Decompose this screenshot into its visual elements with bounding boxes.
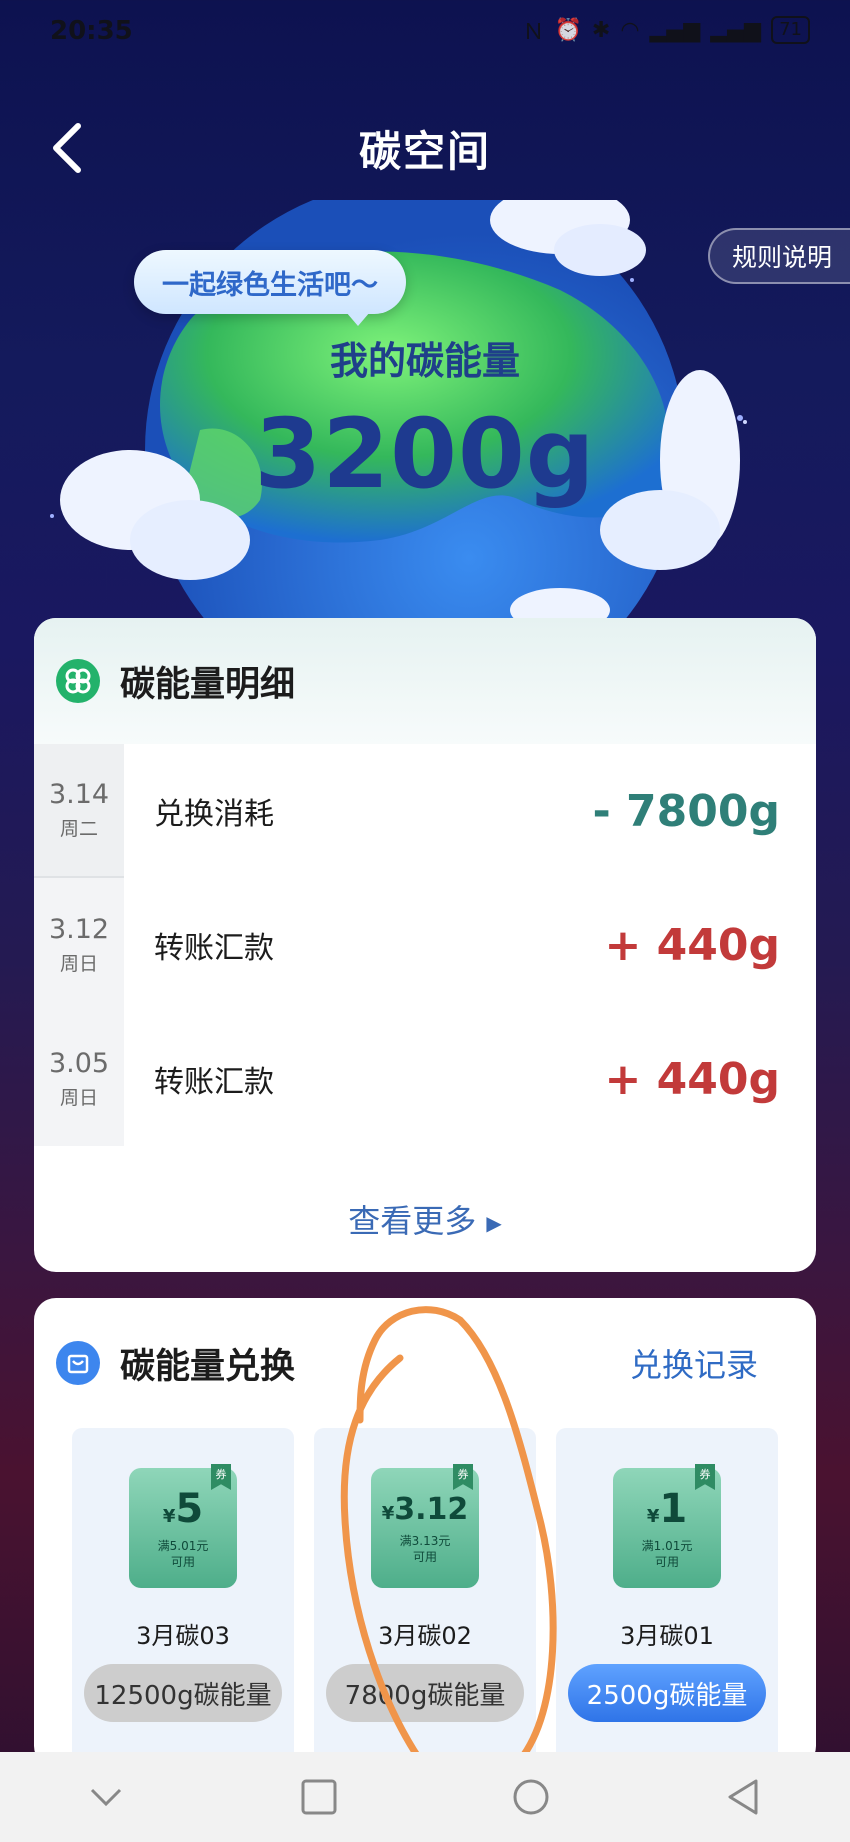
detail-row: 3.14 周二 兑换消耗 - 7800g — [34, 744, 816, 878]
energy-exchange-card: 碳能量兑换 兑换记录 券 ¥5 满5.01元 可用 3月碳03 12500g碳能量… — [34, 1298, 816, 1768]
redeem-button[interactable]: 2500g碳能量 — [568, 1664, 766, 1722]
row-amount: + 440g — [604, 1053, 780, 1105]
caret-right-icon: ▶ — [486, 1211, 502, 1235]
row-weekday: 周日 — [59, 953, 98, 975]
energy-value: 3200g — [254, 398, 596, 510]
star — [50, 514, 54, 518]
status-time: 20:35 — [50, 16, 133, 46]
detail-row: 3.12 周日 转账汇款 + 440g — [34, 878, 816, 1012]
nav-collapse-button[interactable] — [76, 1767, 136, 1827]
redeem-button[interactable]: 7800g碳能量 — [326, 1664, 524, 1722]
coupon-ticket: 券 ¥1 满1.01元 可用 — [613, 1464, 721, 1588]
row-weekday: 周二 — [59, 818, 98, 840]
nav-recents-button[interactable] — [289, 1767, 349, 1827]
date-column: 3.14 周二 — [34, 744, 124, 878]
coupon-list: 券 ¥5 满5.01元 可用 3月碳03 12500g碳能量 券 ¥3.12 满3… — [72, 1428, 778, 1768]
rules-button[interactable]: 规则说明 — [708, 228, 850, 284]
nav-home-button[interactable] — [501, 1767, 561, 1827]
chevron-down-icon — [91, 1788, 122, 1807]
view-more-link[interactable]: 查看更多 ▶ — [34, 1196, 816, 1242]
cloud — [130, 500, 250, 580]
wifi-icon: ◠ — [620, 17, 640, 43]
coupon-item: 券 ¥1 满1.01元 可用 3月碳01 2500g碳能量 — [556, 1428, 778, 1768]
coupon-price: ¥3.12 — [381, 1492, 469, 1527]
coupon-ticket: 券 ¥3.12 满3.13元 可用 — [371, 1464, 479, 1588]
detail-card-title: 碳能量明细 — [120, 664, 296, 705]
row-label: 转账汇款 — [154, 931, 274, 966]
circle-icon — [513, 1779, 549, 1815]
alarm-icon: ⏰ — [554, 17, 582, 43]
coupon-name: 3月碳01 — [620, 1622, 714, 1650]
coupon-condition: 满5.01元 可用 — [157, 1539, 209, 1569]
bluetooth-icon: ✱ — [591, 17, 611, 43]
coupon-name: 3月碳03 — [136, 1622, 230, 1650]
coupon-price: ¥1 — [646, 1486, 688, 1532]
date-column: 3.12 周日 — [34, 878, 124, 1012]
nfc-icon: Ｎ — [522, 20, 545, 45]
system-nav-bar — [0, 1752, 850, 1842]
row-amount: + 440g — [604, 919, 780, 971]
redeem-button[interactable]: 12500g碳能量 — [84, 1664, 282, 1722]
coupon-item: 券 ¥3.12 满3.13元 可用 3月碳02 7800g碳能量 — [314, 1428, 536, 1768]
coupon-item: 券 ¥5 满5.01元 可用 3月碳03 12500g碳能量 — [72, 1428, 294, 1768]
cloud — [554, 224, 646, 276]
status-icons: Ｎ ⏰ ✱ ◠ ▂▄▆ ▂▄▆ 71 — [522, 14, 810, 46]
signal-icon: ▂▄▆ — [649, 17, 701, 43]
row-date: 3.14 — [48, 779, 110, 810]
star — [630, 278, 634, 282]
coupon-tag: 券 — [453, 1464, 473, 1490]
nav-back-button[interactable] — [714, 1767, 774, 1827]
energy-detail-card: 碳能量明细 3.14 周二 兑换消耗 - 7800g 3.12 周日 转账汇款 … — [34, 618, 816, 1272]
coupon-price: ¥5 — [162, 1486, 204, 1532]
square-icon — [301, 1779, 337, 1815]
coupon-ticket: 券 ¥5 满5.01元 可用 — [129, 1464, 237, 1588]
view-more-label: 查看更多 — [348, 1202, 477, 1240]
row-label: 兑换消耗 — [154, 797, 274, 832]
row-date: 3.12 — [48, 914, 110, 945]
signal-5g-icon: ▂▄▆ — [710, 17, 762, 43]
date-column: 3.05 周日 — [34, 1012, 124, 1146]
exchange-card-title: 碳能量兑换 — [120, 1346, 296, 1387]
clover-icon — [56, 659, 100, 703]
speech-bubble: 一起绿色生活吧～ — [134, 250, 406, 326]
detail-card-header: 碳能量明细 — [34, 618, 816, 744]
triangle-back-icon — [728, 1779, 758, 1815]
row-weekday: 周日 — [59, 1087, 98, 1109]
row-label: 转账汇款 — [154, 1065, 274, 1100]
bag-icon — [56, 1341, 100, 1385]
detail-list: 3.14 周二 兑换消耗 - 7800g 3.12 周日 转账汇款 + 440g… — [34, 744, 816, 1146]
detail-row: 3.05 周日 转账汇款 + 440g — [34, 1012, 816, 1146]
coupon-name: 3月碳02 — [378, 1622, 472, 1650]
energy-label: 我的碳能量 — [329, 339, 520, 383]
status-bar: 20:35 Ｎ ⏰ ✱ ◠ ▂▄▆ ▂▄▆ 71 — [0, 0, 850, 64]
exchange-record-link[interactable]: 兑换记录 — [630, 1340, 758, 1386]
battery-icon: 71 — [771, 16, 810, 44]
coupon-condition: 满3.13元 可用 — [399, 1534, 451, 1564]
row-date: 3.05 — [48, 1048, 110, 1079]
page-title: 碳空间 — [358, 127, 491, 176]
row-amount: - 7800g — [592, 785, 780, 837]
coupon-condition: 满1.01元 可用 — [641, 1539, 693, 1569]
